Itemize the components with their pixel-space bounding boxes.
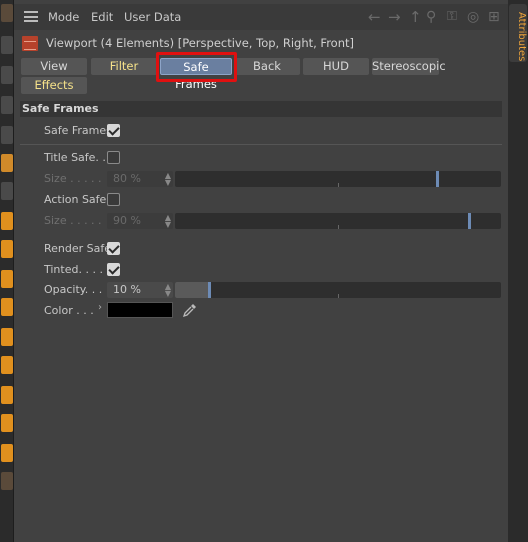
color-label: Color . . . <box>44 304 94 317</box>
divider <box>20 144 502 145</box>
tool-icon[interactable] <box>1 444 13 462</box>
slider-fill <box>175 282 208 298</box>
tinted-checkbox[interactable] <box>107 263 120 276</box>
tool-icon[interactable] <box>1 240 13 258</box>
tab-hud[interactable]: HUD <box>303 58 369 75</box>
tab-effects[interactable]: Effects <box>21 77 87 94</box>
target-icon[interactable]: ◎ <box>467 9 479 25</box>
hamburger-icon[interactable] <box>24 11 38 22</box>
menu-mode[interactable]: Mode <box>48 10 79 24</box>
tool-icon[interactable] <box>1 126 13 144</box>
title-safe-checkbox[interactable] <box>107 151 120 164</box>
action-size-label: Size . . . . . <box>44 214 102 227</box>
slider-handle[interactable] <box>436 171 439 187</box>
viewport-icon <box>22 36 38 51</box>
render-safe-label: Render Safe <box>44 242 112 255</box>
eyedropper-icon[interactable] <box>182 302 198 318</box>
chevron-right-icon[interactable]: › <box>98 302 102 313</box>
slider-tick <box>338 294 339 298</box>
attributes-tab-label: Attributes <box>516 12 527 62</box>
render-safe-checkbox[interactable] <box>107 242 120 255</box>
tool-icon[interactable] <box>1 472 13 490</box>
tool-icon[interactable] <box>1 328 13 346</box>
color-swatch[interactable] <box>107 302 173 318</box>
title-row: Viewport (4 Elements) [Perspective, Top,… <box>14 33 508 53</box>
title-size-slider[interactable] <box>175 171 501 187</box>
safe-frames-label: Safe Frames <box>44 124 112 137</box>
menu-user-data[interactable]: User Data <box>124 10 181 24</box>
panel-title: Viewport (4 Elements) [Perspective, Top,… <box>46 36 355 50</box>
tool-icon[interactable] <box>1 66 13 84</box>
slider-handle[interactable] <box>468 213 471 229</box>
lock-icon[interactable]: ⚿ <box>447 9 457 25</box>
title-safe-label: Title Safe. . <box>44 151 106 164</box>
title-size-label: Size . . . . . <box>44 172 102 185</box>
action-safe-checkbox[interactable] <box>107 193 120 206</box>
action-safe-label: Action Safe <box>44 193 107 206</box>
left-toolbar <box>0 0 14 542</box>
section-title: Safe Frames <box>22 102 99 115</box>
section-header: Safe Frames <box>20 101 502 117</box>
action-size-field[interactable]: 90 % ▲ ▼ <box>107 213 173 229</box>
tool-icon[interactable] <box>1 386 13 404</box>
tool-icon[interactable] <box>1 36 13 54</box>
tinted-label: Tinted. . . . <box>44 263 103 276</box>
opacity-slider[interactable] <box>175 282 501 298</box>
slider-tick <box>338 225 339 229</box>
forward-arrow-icon[interactable]: → <box>388 9 401 25</box>
slider-handle[interactable] <box>208 282 211 298</box>
tool-icon[interactable] <box>1 356 13 374</box>
tool-icon[interactable] <box>1 414 13 432</box>
new-window-icon[interactable]: ⊞ <box>488 9 500 25</box>
action-size-slider[interactable] <box>175 213 501 229</box>
menu-edit[interactable]: Edit <box>91 10 113 24</box>
tool-icon[interactable] <box>1 270 13 288</box>
tab-back[interactable]: Back <box>234 58 300 75</box>
attributes-panel: Mode Edit User Data ← → ↑ ⚲ ⚿ ◎ ⊞ Viewpo… <box>14 0 508 542</box>
tab-view[interactable]: View <box>21 58 87 75</box>
tool-icon[interactable] <box>1 154 13 172</box>
tool-icon[interactable] <box>1 4 13 22</box>
action-size-value: 90 % <box>113 214 141 227</box>
safe-frames-checkbox[interactable] <box>107 124 120 137</box>
tab-attributes[interactable]: Attributes <box>509 4 527 62</box>
menubar: Mode Edit User Data ← → ↑ ⚲ ⚿ ◎ ⊞ <box>14 4 508 30</box>
tool-icon[interactable] <box>1 182 13 200</box>
title-size-value: 80 % <box>113 172 141 185</box>
opacity-field[interactable]: 10 % ▲ ▼ <box>107 282 173 298</box>
spinner-icon[interactable]: ▲ ▼ <box>165 283 171 298</box>
tool-icon[interactable] <box>1 298 13 316</box>
tab-filter[interactable]: Filter <box>91 58 157 75</box>
title-size-field[interactable]: 80 % ▲ ▼ <box>107 171 173 187</box>
right-tab-strip: Attributes <box>508 0 528 542</box>
search-icon[interactable]: ⚲ <box>426 9 436 25</box>
opacity-value: 10 % <box>113 283 141 296</box>
spinner-icon[interactable]: ▲ ▼ <box>165 214 171 229</box>
up-arrow-icon[interactable]: ↑ <box>409 9 422 25</box>
highlight-box <box>156 52 237 82</box>
tool-icon[interactable] <box>1 212 13 230</box>
spinner-icon[interactable]: ▲ ▼ <box>165 172 171 187</box>
back-arrow-icon[interactable]: ← <box>368 9 381 25</box>
slider-tick <box>338 183 339 187</box>
tab-stereoscopic[interactable]: Stereoscopic <box>372 58 446 75</box>
tool-icon[interactable] <box>1 96 13 114</box>
opacity-label: Opacity. . . <box>44 283 103 296</box>
